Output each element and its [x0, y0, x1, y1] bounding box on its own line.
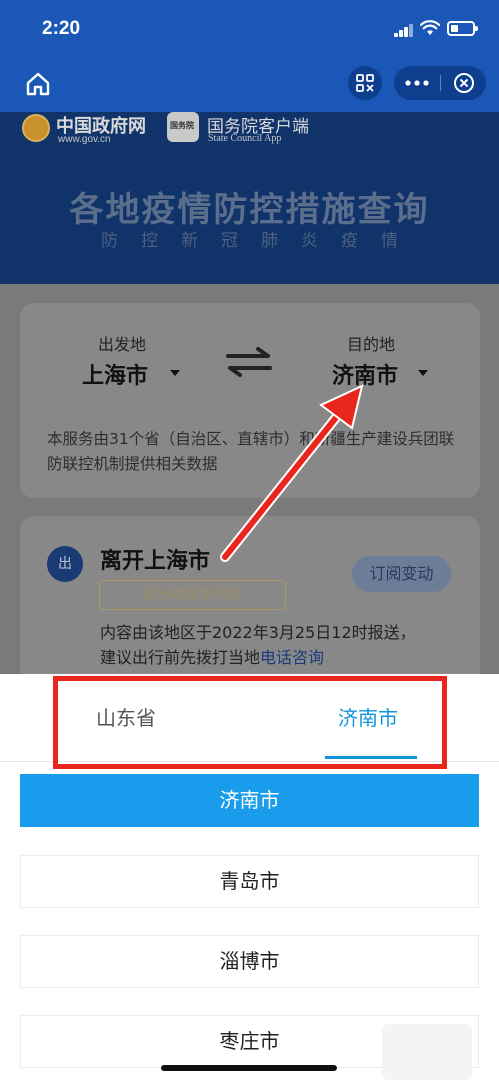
service-note: 本服务由31个省（自治区、直辖市）和新疆生产建设兵团联防联控机制提供相关数据: [47, 430, 455, 473]
national-emblem-icon: [22, 114, 50, 142]
app-icon: 国务院: [167, 112, 199, 142]
page-subtitle: 防控新冠肺炎疫情: [101, 231, 421, 251]
report-line: 内容由该地区于2022年3月25日12时报送，: [100, 623, 416, 642]
report-line-2: 建议出行前先拨打当地电话咨询: [100, 645, 470, 670]
mini-program-capsule: [394, 66, 486, 100]
wifi-icon: [420, 20, 440, 35]
floating-button[interactable]: [382, 1024, 472, 1080]
scan-button[interactable]: [348, 66, 382, 100]
from-label: 出发地: [98, 335, 147, 354]
city-option[interactable]: 淄博市: [20, 935, 479, 988]
battery-icon: [447, 21, 478, 36]
close-icon: [453, 73, 474, 93]
more-button[interactable]: [394, 66, 440, 100]
nav-bar: [0, 58, 499, 112]
phone-consult-link[interactable]: 电话咨询: [260, 648, 324, 667]
close-button[interactable]: [441, 66, 486, 100]
chevron-down-icon: [170, 370, 180, 376]
report-text: 内容由该地区于2022年3月25日12时报送， 建议出行前先拨打当地电话咨询: [100, 620, 470, 670]
signal-icon: [394, 24, 414, 37]
leave-title: 离开上海市: [100, 549, 211, 574]
status-time: 2:20: [42, 18, 81, 39]
home-indicator[interactable]: [161, 1065, 337, 1071]
city-option[interactable]: 青岛市: [20, 855, 479, 908]
annotation-highlight-box: [53, 676, 447, 769]
more-icon: [405, 80, 429, 86]
scan-icon: [356, 74, 374, 92]
picker-tabs: 山东省 济南市: [0, 674, 499, 769]
page-title: 各地疫情防控措施查询: [69, 190, 430, 230]
home-icon[interactable]: [24, 70, 52, 98]
to-city-select[interactable]: 济南市: [332, 358, 398, 390]
app-name-en: State Council App: [208, 133, 282, 144]
to-label: 目的地: [347, 335, 396, 354]
status-bar: 2:20: [0, 0, 499, 58]
banner: 中国政府网 www.gov.cn 国务院 国务院客户端 State Counci…: [0, 112, 499, 284]
from-city-select[interactable]: 上海市: [82, 358, 148, 390]
gov-site-url: www.gov.cn: [58, 134, 111, 145]
out-badge: 出: [47, 546, 83, 582]
swap-arrows-icon[interactable]: [222, 345, 276, 379]
chevron-down-icon: [418, 370, 428, 376]
city-option[interactable]: 济南市: [20, 774, 479, 827]
risk-tag: 部分地区中风险: [99, 580, 286, 610]
report-prefix: 建议出行前先拨打当地: [100, 648, 261, 667]
subscribe-button[interactable]: 订阅变动: [352, 556, 451, 592]
